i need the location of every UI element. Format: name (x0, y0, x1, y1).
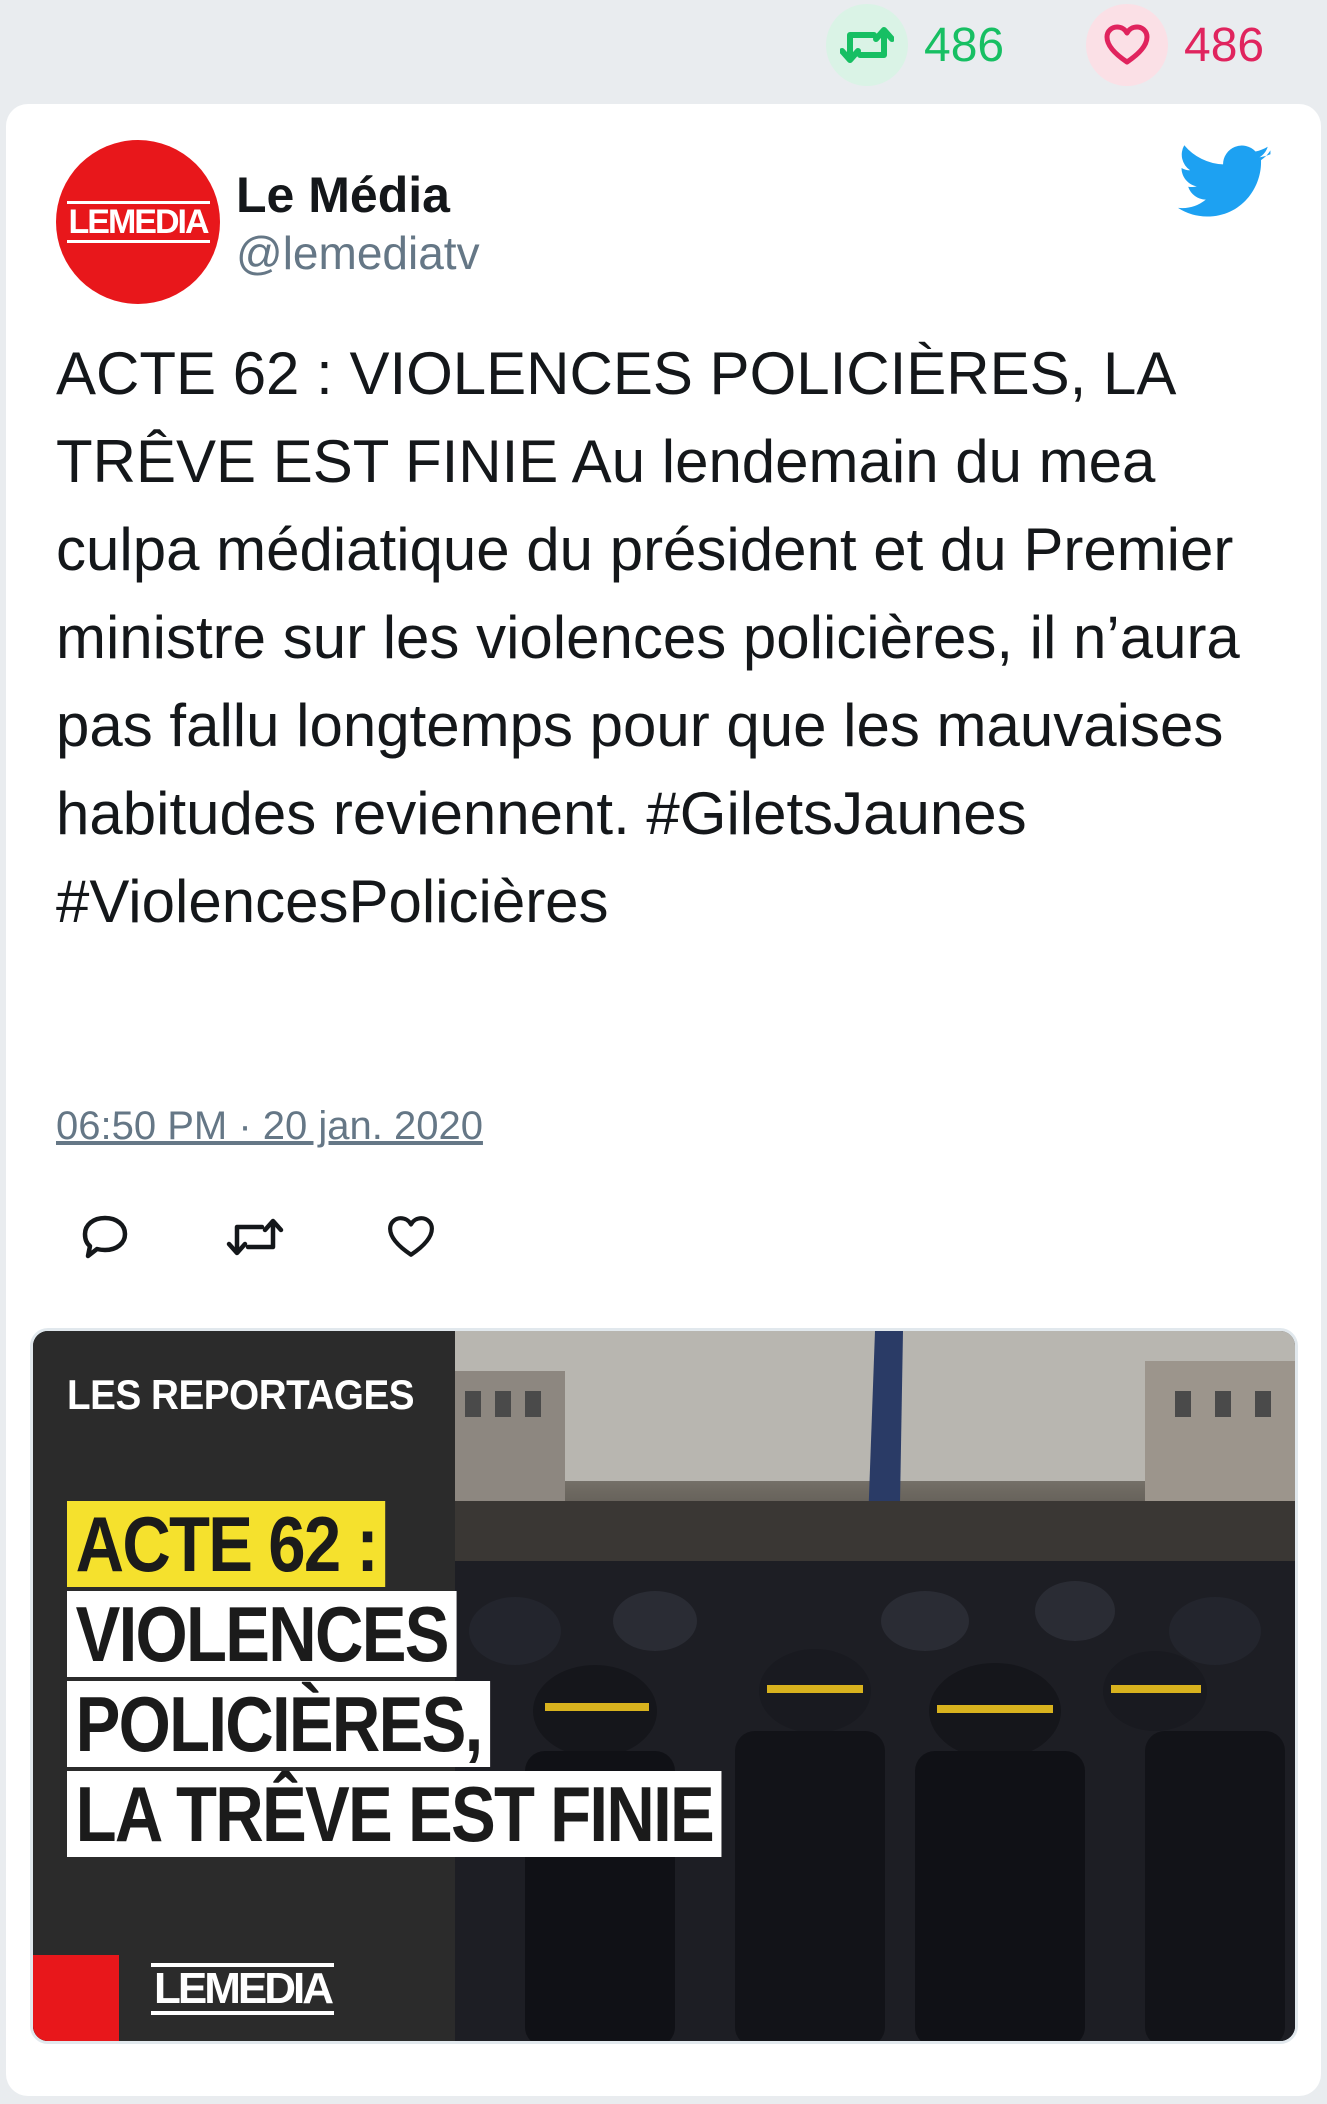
twitter-bird-icon[interactable] (1178, 144, 1272, 224)
media-logo: LEMEDIA (151, 1963, 334, 2015)
reply-icon (82, 1215, 128, 1259)
headline-line: ACTE 62 : (67, 1501, 386, 1587)
retweet-icon (226, 1218, 284, 1256)
author-handle[interactable]: @lemediatv (236, 226, 480, 280)
headline-line: POLICIÈRES, (67, 1681, 491, 1767)
heart-icon (388, 1216, 434, 1257)
headline-line: LA TRÊVE EST FINIE (67, 1771, 722, 1857)
avatar-logo: LEMEDIA (66, 201, 210, 243)
avatar[interactable]: LEMEDIA (56, 140, 220, 304)
tweet-card: LEMEDIA Le Média @lemediatv ACTE 62 : VI… (6, 104, 1321, 2096)
stats-bar: 486 486 (0, 0, 1327, 98)
like-count: 486 (1184, 18, 1265, 72)
retweet-stat[interactable]: 486 (826, 4, 1005, 86)
author-name[interactable]: Le Média (236, 166, 450, 224)
headline-line: VIOLENCES (67, 1591, 457, 1677)
heart-icon (1086, 4, 1168, 86)
like-stat[interactable]: 486 (1086, 4, 1265, 86)
retweet-icon (826, 4, 908, 86)
media-headline: ACTE 62 : VIOLENCES POLICIÈRES, LA TRÊVE… (67, 1501, 827, 1861)
media-image[interactable]: LES REPORTAGES ACTE 62 : VIOLENCES POLIC… (30, 1328, 1298, 2044)
media-red-block (33, 1955, 119, 2041)
retweet-count: 486 (924, 18, 1005, 72)
media-kicker: LES REPORTAGES (67, 1371, 415, 1418)
reply-button[interactable] (70, 1202, 140, 1272)
timestamp-link[interactable]: 06:50 PM · 20 jan. 2020 (56, 1104, 483, 1149)
like-button[interactable] (376, 1202, 446, 1272)
tweet-text: ACTE 62 : VIOLENCES POLICIÈRES, LA TRÊVE… (56, 340, 1240, 935)
retweet-button[interactable] (220, 1202, 290, 1272)
